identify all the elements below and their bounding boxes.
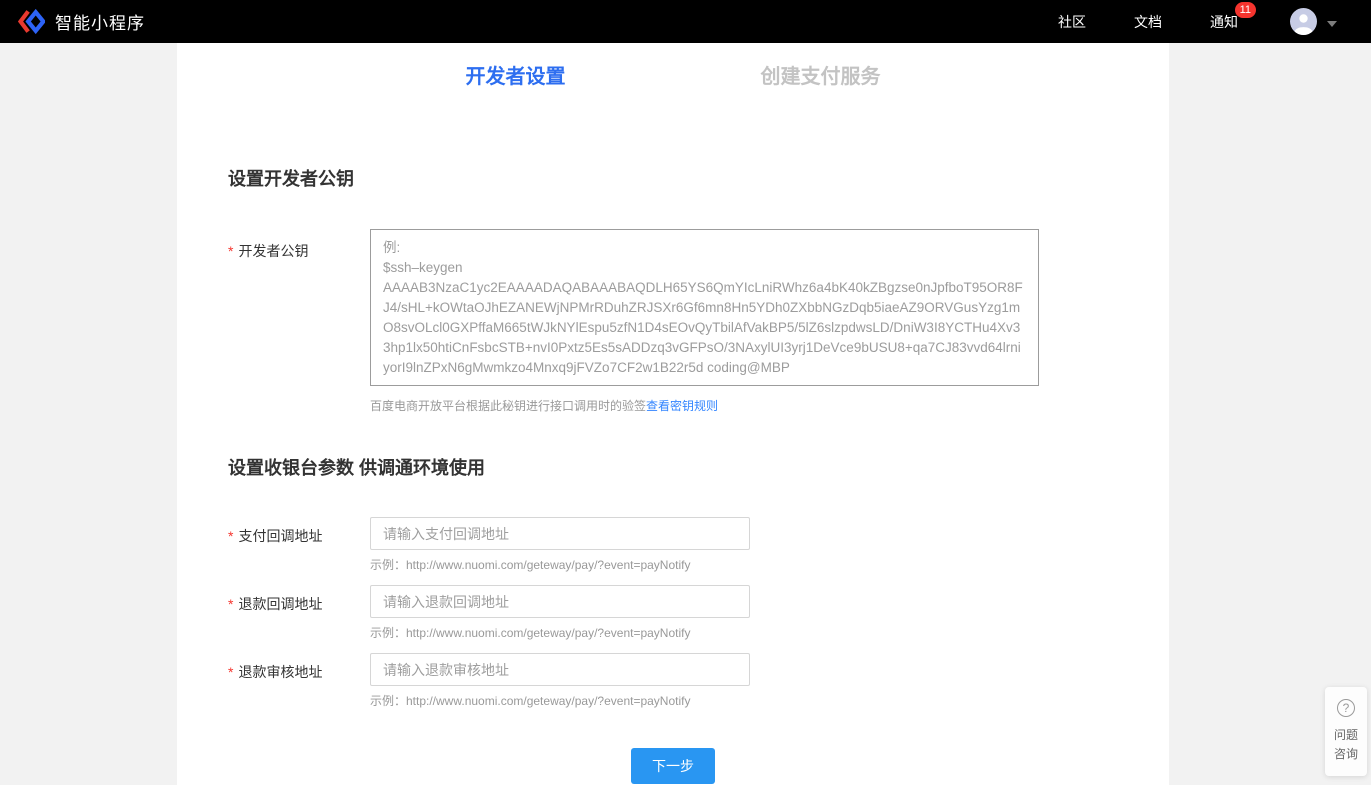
question-consult-widget[interactable]: ? 问题 咨询 xyxy=(1325,687,1367,776)
help-widget-label-line1: 问题 xyxy=(1325,726,1367,745)
required-asterisk: * xyxy=(228,528,233,544)
brand-title: 智能小程序 xyxy=(55,9,145,34)
pubkey-row: * 开发者公钥 百度电商开放平台根据此秘钥进行接口调用时的验签查看密钥规则 xyxy=(228,229,1169,414)
tab-developer-settings[interactable]: 开发者设置 xyxy=(466,63,566,91)
pubkey-label: 开发者公钥 xyxy=(238,243,308,259)
pay-callback-row: * 支付回调地址 示例：http://www.nuomi.com/geteway/… xyxy=(228,517,1169,572)
step-tabs: 开发者设置 创建支付服务 xyxy=(177,43,1169,91)
refund-audit-row: * 退款审核地址 示例：http://www.nuomi.com/geteway/… xyxy=(228,653,1169,708)
refund-audit-hint: 示例：http://www.nuomi.com/geteway/pay/?eve… xyxy=(370,694,750,708)
refund-callback-control-col: 示例：http://www.nuomi.com/geteway/pay/?eve… xyxy=(370,585,750,640)
pubkey-control-col: 百度电商开放平台根据此秘钥进行接口调用时的验签查看密钥规则 xyxy=(370,229,1039,414)
next-step-button[interactable]: 下一步 xyxy=(631,748,715,784)
pay-callback-control-col: 示例：http://www.nuomi.com/geteway/pay/?eve… xyxy=(370,517,750,572)
chevron-down-icon[interactable] xyxy=(1327,21,1337,27)
smart-program-logo-icon xyxy=(18,8,45,35)
notification-badge: 11 xyxy=(1235,2,1256,18)
main-panel: 开发者设置 创建支付服务 设置开发者公钥 * 开发者公钥 百度电商开放平台根据此秘… xyxy=(177,43,1169,785)
pubkey-section-title: 设置开发者公钥 xyxy=(228,166,1169,192)
required-asterisk: * xyxy=(228,243,233,259)
refund-audit-control-col: 示例：http://www.nuomi.com/geteway/pay/?eve… xyxy=(370,653,750,708)
navbar-right: 社区 文档 通知 11 xyxy=(1010,8,1337,35)
refund-audit-input[interactable] xyxy=(370,653,750,686)
question-mark-icon: ? xyxy=(1337,699,1355,717)
refund-callback-label-col: * 退款回调地址 xyxy=(228,585,370,640)
nav-notifications-label: 通知 xyxy=(1210,14,1238,30)
pay-callback-hint: 示例：http://www.nuomi.com/geteway/pay/?eve… xyxy=(370,558,750,572)
nav-community[interactable]: 社区 xyxy=(1058,12,1086,32)
avatar[interactable] xyxy=(1290,8,1317,35)
top-navbar: 智能小程序 社区 文档 通知 11 xyxy=(0,0,1371,43)
pubkey-help-line: 百度电商开放平台根据此秘钥进行接口调用时的验签查看密钥规则 xyxy=(370,398,1039,414)
nav-docs[interactable]: 文档 xyxy=(1134,12,1162,32)
pay-callback-label-col: * 支付回调地址 xyxy=(228,517,370,572)
button-row: 下一步 xyxy=(177,748,1169,784)
refund-callback-input[interactable] xyxy=(370,585,750,618)
view-key-rules-link[interactable]: 查看密钥规则 xyxy=(646,399,718,413)
required-asterisk: * xyxy=(228,596,233,612)
pay-callback-input[interactable] xyxy=(370,517,750,550)
pubkey-help-text: 百度电商开放平台根据此秘钥进行接口调用时的验签 xyxy=(370,399,646,413)
help-widget-label-line2: 咨询 xyxy=(1325,745,1367,764)
pubkey-label-col: * 开发者公钥 xyxy=(228,229,370,414)
required-asterisk: * xyxy=(228,664,233,680)
brand[interactable]: 智能小程序 xyxy=(18,8,145,35)
cashier-section-title: 设置收银台参数 供调通环境使用 xyxy=(228,455,1169,481)
pubkey-textarea[interactable] xyxy=(370,229,1039,386)
refund-callback-label: 退款回调地址 xyxy=(238,596,322,612)
pay-callback-label: 支付回调地址 xyxy=(238,528,322,544)
refund-audit-label-col: * 退款审核地址 xyxy=(228,653,370,708)
refund-callback-hint: 示例：http://www.nuomi.com/geteway/pay/?eve… xyxy=(370,626,750,640)
refund-callback-row: * 退款回调地址 示例：http://www.nuomi.com/geteway/… xyxy=(228,585,1169,640)
user-icon xyxy=(1290,8,1317,35)
tab-create-payment-service[interactable]: 创建支付服务 xyxy=(761,63,881,91)
refund-audit-label: 退款审核地址 xyxy=(238,664,322,680)
nav-notifications[interactable]: 通知 11 xyxy=(1210,12,1238,32)
